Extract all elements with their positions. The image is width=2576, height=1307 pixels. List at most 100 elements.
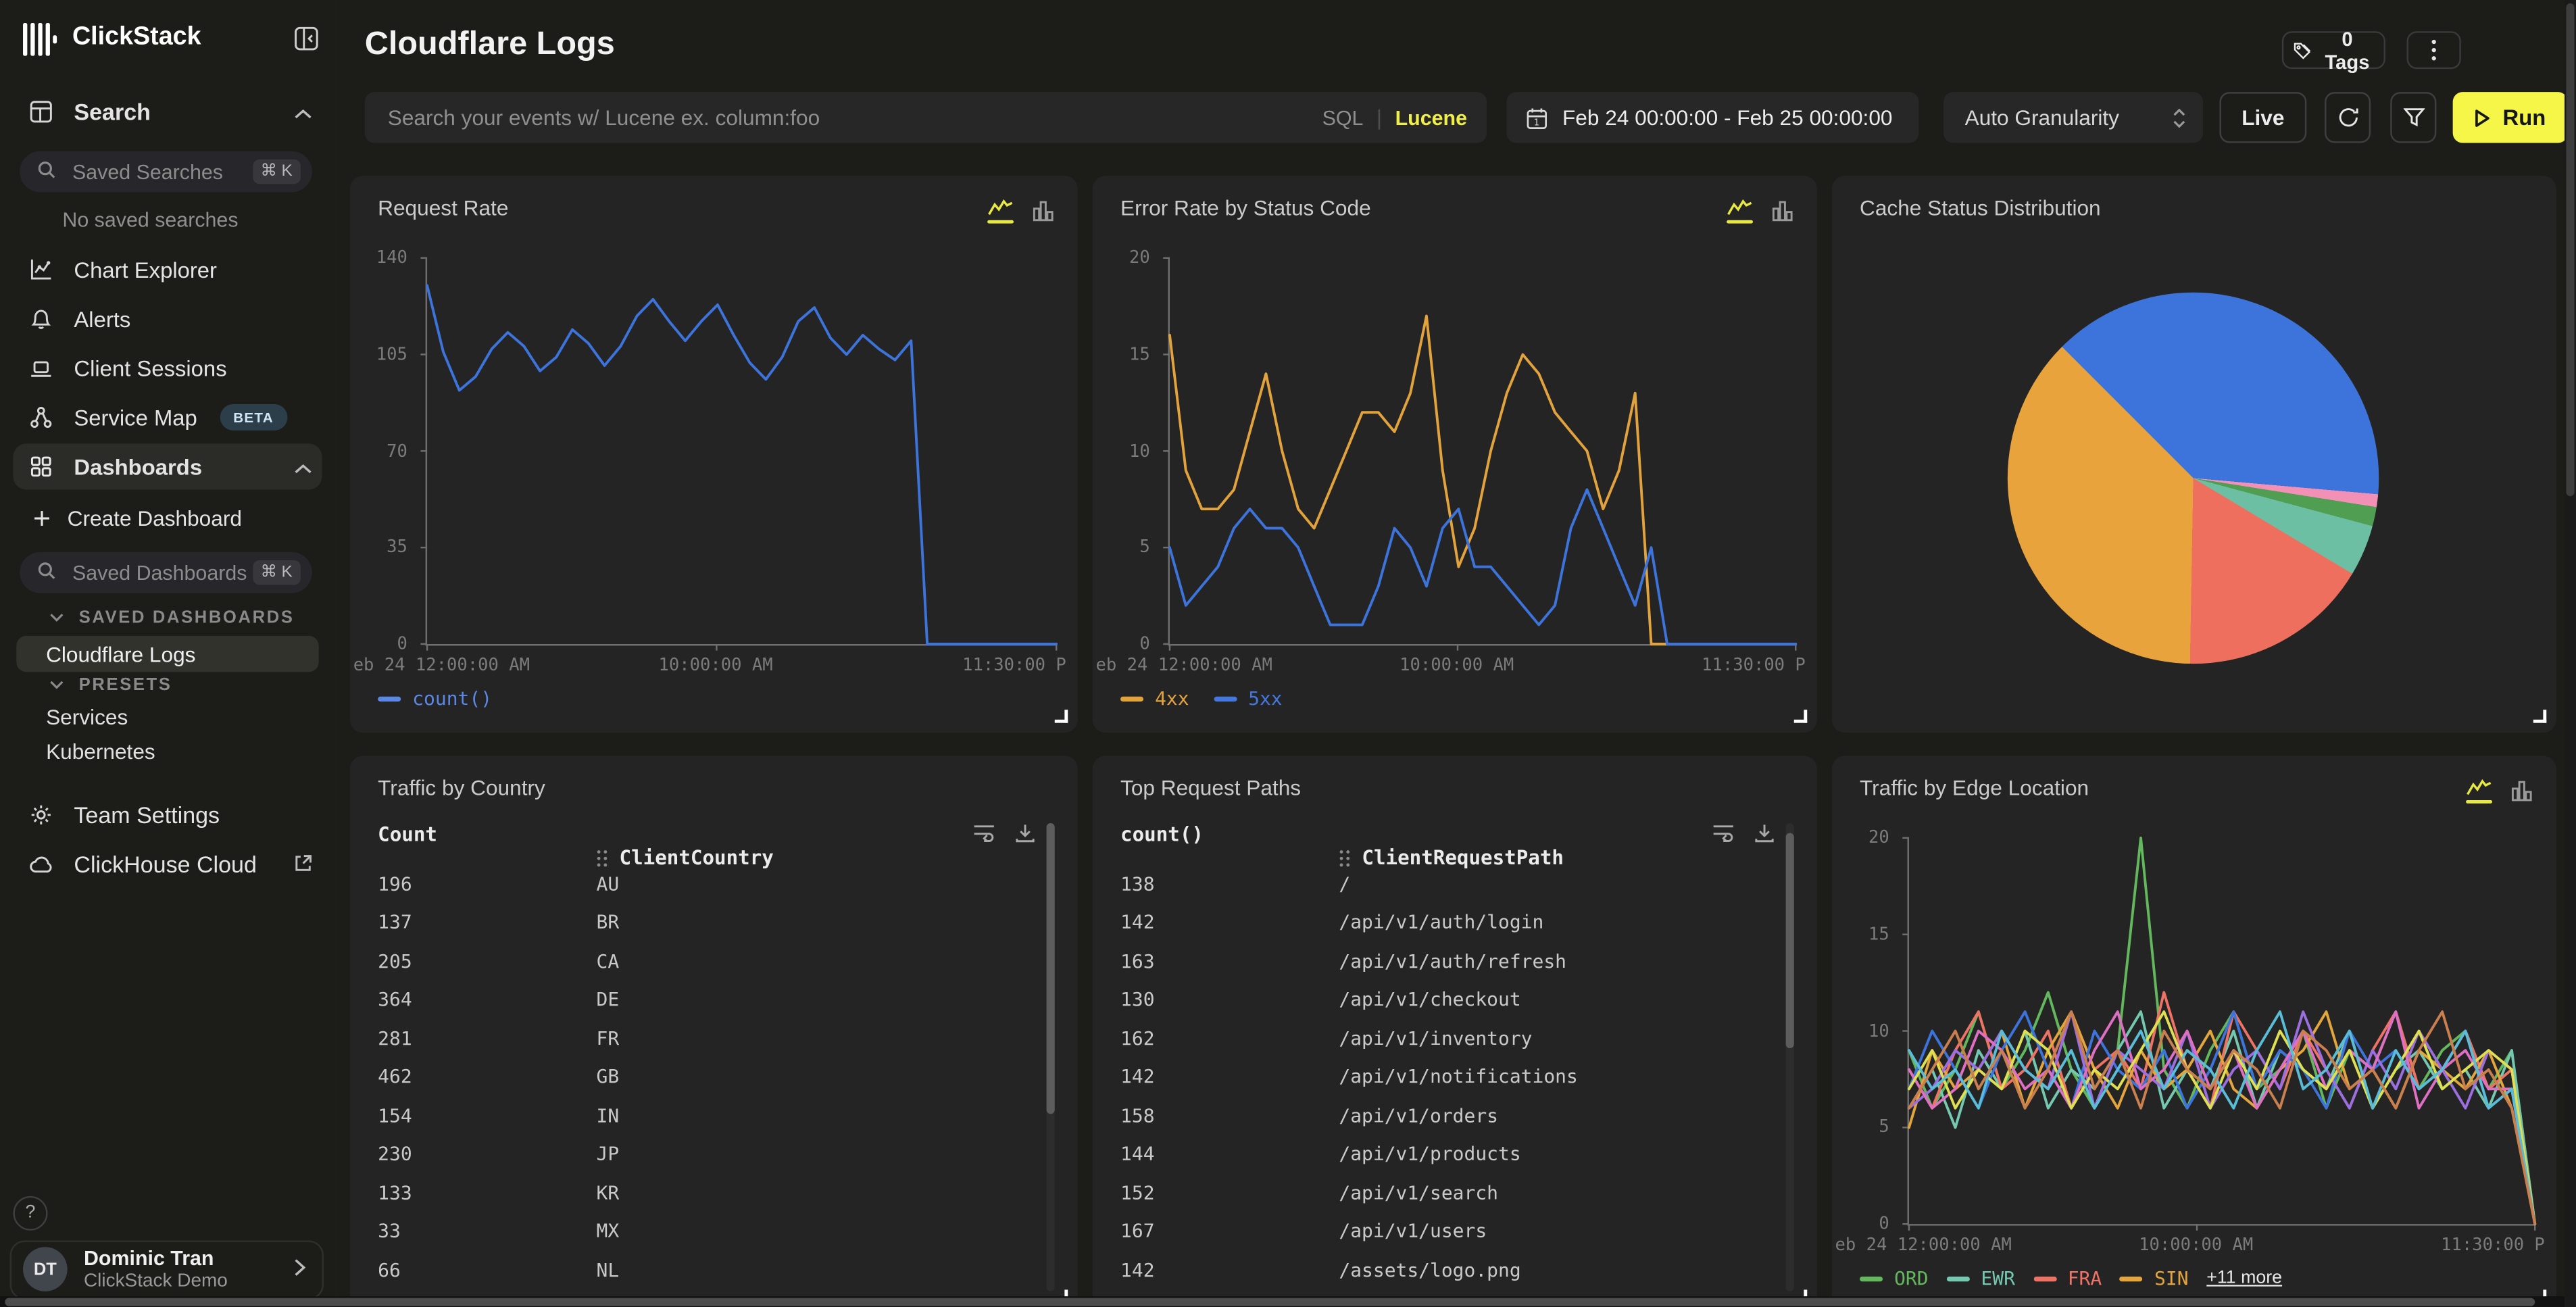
line-chart-toggle[interactable] [1727, 199, 1753, 223]
search-section-icon [24, 100, 57, 123]
table-row: 138/ [1120, 864, 1731, 903]
presets-section[interactable]: PRESETS [49, 675, 172, 695]
help-button[interactable]: ? [13, 1195, 47, 1230]
panel-resize-handle[interactable] [1794, 710, 1807, 722]
sidebar-item-label: Search [74, 99, 151, 125]
laptop-icon [24, 357, 57, 379]
run-button[interactable]: Run [2453, 92, 2568, 143]
saved-dashboards-input[interactable] [69, 560, 252, 586]
dashboard-menu-button[interactable] [2407, 31, 2461, 69]
scrollbar-thumb[interactable] [2566, 3, 2574, 496]
sidebar-item-team-settings[interactable]: Team Settings [13, 792, 322, 838]
panel-title: Traffic by Edge Location [1860, 775, 2089, 799]
cell-value: NL [596, 1258, 619, 1281]
sql-toggle[interactable]: SQL [1322, 106, 1364, 129]
sidebar-item-service-map[interactable]: Service Map BETA [13, 394, 322, 440]
cell-value: FR [596, 1027, 619, 1050]
table-scrollbar[interactable] [1786, 823, 1794, 1291]
cell-value: AU [596, 872, 619, 895]
saved-searches-input[interactable] [69, 159, 252, 185]
service-map-icon [24, 405, 57, 428]
refresh-button[interactable] [2325, 92, 2371, 143]
sidebar-item-search[interactable]: Search [13, 89, 322, 134]
sidebar-item-client-sessions[interactable]: Client Sessions [13, 345, 322, 391]
cell-count: 163 [1120, 950, 1155, 972]
saved-dashboards-section[interactable]: SAVED DASHBOARDS [49, 608, 295, 628]
panel-cache-distribution: Cache Status Distribution [1832, 176, 2556, 733]
sidebar-item-services[interactable]: Services [46, 705, 128, 729]
sidebar-item-clickhouse-cloud[interactable]: ClickHouse Cloud [13, 841, 322, 887]
legend-label: EWR [1981, 1266, 2015, 1289]
no-saved-searches-text: No saved searches [62, 209, 238, 232]
date-range-picker[interactable]: 1 Feb 24 00:00:00 - Feb 25 00:00:00 [1506, 92, 1918, 143]
legend-item[interactable]: 4xx [1120, 687, 1189, 710]
sidebar-item-cloudflare-logs[interactable]: Cloudflare Logs [16, 636, 318, 672]
table-scrollbar[interactable] [1047, 823, 1055, 1291]
table-row: 462GB [378, 1057, 992, 1095]
filter-button[interactable] [2390, 92, 2436, 143]
filter-icon [2403, 107, 2425, 128]
legend-item[interactable]: EWR [1946, 1266, 2015, 1289]
user-menu[interactable]: DT Dominic Tran ClickStack Demo [10, 1239, 324, 1299]
y-tick-label: 105 [376, 345, 407, 364]
wrap-text-icon[interactable] [1712, 823, 1735, 843]
lucene-toggle[interactable]: Lucene [1395, 106, 1467, 129]
line-chart-toggle[interactable] [987, 199, 1014, 223]
y-tick-label: 0 [1139, 634, 1149, 654]
granularity-select[interactable]: Auto Granularity [1943, 92, 2203, 143]
panel-resize-handle[interactable] [1055, 710, 1068, 722]
download-icon[interactable] [1754, 823, 1774, 843]
event-search-box[interactable]: SQL | Lucene [365, 92, 1487, 143]
chart-explorer-icon [24, 258, 57, 281]
saved-searches-search[interactable]: ⌘ K [20, 151, 312, 193]
cloud-icon [24, 855, 57, 873]
refresh-icon [2337, 107, 2358, 128]
saved-dashboards-search[interactable]: ⌘ K [20, 552, 312, 593]
bar-chart-toggle[interactable] [2510, 779, 2533, 810]
bar-chart-toggle[interactable] [1771, 199, 1794, 230]
sidebar-item-kubernetes[interactable]: Kubernetes [46, 739, 155, 764]
legend-item[interactable]: FRA [2033, 1266, 2102, 1289]
x-axis-labels: eb 24 12:00:00 AM 10:00:00 AM 11:30:00 P [1908, 1235, 2535, 1257]
chevron-up-icon [294, 99, 312, 124]
y-axis-labels: 05101520 [1832, 838, 1901, 1226]
sidebar-item-chart-explorer[interactable]: Chart Explorer [13, 247, 322, 293]
calendar-icon: 1 [1527, 106, 1548, 129]
legend-item[interactable]: 5xx [1214, 687, 1283, 710]
scrollbar-thumb[interactable] [5, 1298, 2535, 1306]
x-axis-labels: eb 24 12:00:00 AM 10:00:00 AM 11:30:00 P [426, 656, 1057, 677]
legend-item[interactable]: SIN [2120, 1266, 2189, 1289]
search-icon [38, 157, 56, 187]
live-button[interactable]: Live [2219, 92, 2306, 143]
pie-chart[interactable] [2008, 293, 2379, 664]
legend-more-link[interactable]: +11 more [2206, 1268, 2282, 1288]
y-tick-label: 10 [1868, 1021, 1889, 1041]
legend-item[interactable]: count() [378, 687, 492, 710]
line-chart-toggle[interactable] [2466, 779, 2492, 803]
download-icon[interactable] [1015, 823, 1035, 843]
vertical-scrollbar[interactable] [2565, 0, 2576, 1307]
column-header[interactable]: Count [378, 823, 437, 846]
shortcut-badge: ⌘ K [252, 159, 301, 184]
collapse-sidebar-button[interactable] [294, 26, 318, 51]
cell-count: 130 [1120, 988, 1155, 1011]
wrap-text-icon[interactable] [972, 823, 995, 843]
horizontal-scrollbar[interactable] [0, 1296, 2565, 1307]
select-chevrons-icon [2172, 106, 2187, 129]
tags-button[interactable]: 0 Tags [2282, 31, 2385, 69]
panel-title: Traffic by Country [378, 775, 545, 799]
panel-resize-handle[interactable] [2533, 710, 2546, 722]
dashboards-icon [24, 455, 57, 478]
panel-title: Request Rate [378, 195, 508, 220]
panel-top-request-paths: Top Request Paths count() ClientRequestP… [1093, 756, 1817, 1307]
bar-chart-toggle[interactable] [1032, 199, 1055, 230]
sidebar-item-dashboards[interactable]: Dashboards [13, 443, 322, 489]
cell-value: KR [596, 1181, 619, 1204]
column-header[interactable]: count() [1120, 823, 1204, 846]
sidebar-item-alerts[interactable]: Alerts [13, 296, 322, 342]
create-dashboard-button[interactable]: Create Dashboard [13, 498, 322, 537]
legend-item[interactable]: ORD [1860, 1266, 1929, 1289]
event-search-input[interactable] [385, 103, 1322, 131]
legend-label: 5xx [1248, 687, 1283, 710]
divider: | [1377, 105, 1382, 130]
